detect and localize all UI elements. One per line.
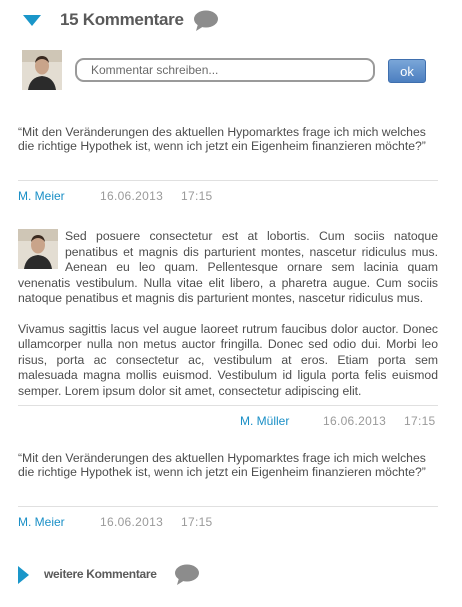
comment-date: 16.06.2013 (100, 515, 164, 529)
comment-compose: ok (22, 50, 442, 90)
comment-meta: M. Müller 16.06.2013 17:15 (18, 405, 438, 436)
collapse-arrow-icon[interactable] (23, 15, 41, 26)
comment-author-link[interactable]: M. Müller (240, 414, 289, 428)
comment-author-link[interactable]: M. Meier (18, 189, 65, 203)
comment-time: 17:15 (404, 414, 436, 428)
comment-input[interactable] (75, 58, 375, 82)
comment-paragraph: Vivamus sagittis lacus vel augue laoreet… (18, 321, 438, 398)
comments-count-title: 15 Kommentare (60, 10, 184, 29)
more-comments-row[interactable]: weitere Kommentare (18, 564, 438, 586)
comment-time: 17:15 (181, 189, 213, 203)
comment-date: 16.06.2013 (100, 189, 164, 203)
comment-date: 16.06.2013 (323, 414, 387, 428)
comment-text: “Mit den Veränderungen des aktuellen Hyp… (18, 451, 426, 479)
comment-author-link[interactable]: M. Meier (18, 515, 65, 529)
comment-meta: M. Meier 16.06.2013 17:15 (18, 506, 438, 537)
comment-paragraph: Sed posuere consectetur est at lobortis.… (18, 229, 438, 305)
avatar (22, 50, 62, 90)
comment-time: 17:15 (181, 515, 213, 529)
submit-comment-button[interactable]: ok (388, 59, 426, 83)
comment-body: Sed posuere consectetur est at lobortis.… (18, 229, 438, 399)
speech-bubble-icon (193, 10, 219, 32)
more-comments-link[interactable]: weitere Kommentare (44, 567, 157, 581)
expand-arrow-icon[interactable] (18, 566, 29, 584)
comments-header: 15 Kommentare (23, 10, 443, 34)
avatar (18, 229, 58, 269)
comment-text: “Mit den Veränderungen des aktuellen Hyp… (18, 125, 426, 153)
speech-bubble-icon (174, 564, 200, 586)
comment-meta: M. Meier 16.06.2013 17:15 (18, 180, 438, 211)
